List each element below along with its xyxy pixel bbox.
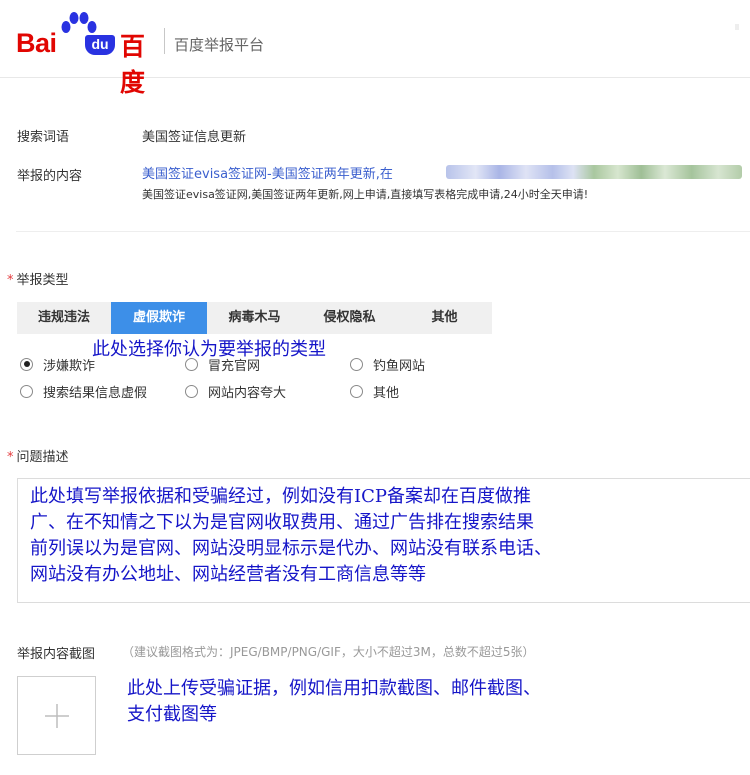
report-content-description: 美国签证evisa签证网,美国签证两年更新,网上申请,直接填写表格完成申请,24… [142,188,589,201]
upload-screenshot-button[interactable] [17,676,96,755]
report-content-label: 举报的内容 [17,169,83,184]
annotation-type-hint: 此处选择你认为要举报的类型 [92,339,326,360]
radio-unchecked-icon [20,384,33,398]
tab-other[interactable]: 其他 [397,302,492,334]
description-label: * 问题描述 [7,446,69,465]
report-type-tabs: 违规违法 虚假欺诈 病毒木马 侵权隐私 其他 [17,302,492,334]
radio-other[interactable]: 其他 [350,382,400,401]
logo-text-chinese: 百度 [120,32,145,97]
radio-unchecked-icon [185,384,198,398]
logo-text-bai: Bai [16,28,57,58]
radio-label: 涉嫌欺诈 [43,358,96,374]
header-divider [164,28,165,54]
platform-title: 百度举报平台 [174,36,265,54]
search-term-label: 搜索词语 [17,130,70,145]
tab-fraud[interactable]: 虚假欺诈 [111,302,207,334]
logo-text-du: du [85,35,115,55]
tab-virus[interactable]: 病毒木马 [207,302,302,334]
annotation-description-line-1: 此处填写举报依据和受骗经过，例如没有ICP备案却在百度做推 [30,486,531,507]
radio-false-search-result[interactable]: 搜索结果信息虚假 [20,382,148,401]
plus-icon [45,704,69,728]
radio-exaggerated-content[interactable]: 网站内容夸大 [185,382,287,401]
report-type-label: * 举报类型 [7,269,69,288]
tab-illegal[interactable]: 违规违法 [17,302,111,334]
radio-label: 其他 [373,385,400,401]
radio-unchecked-icon [350,384,363,398]
tab-privacy[interactable]: 侵权隐私 [302,302,397,334]
paw-icon [61,12,97,33]
radio-label: 网站内容夸大 [208,385,287,401]
required-star: * [7,273,14,288]
annotation-description-line-2: 广、在不知情之下以为是官网收取费用、通过广告排在搜索结果 [30,512,534,533]
radio-phishing-site[interactable]: 钓鱼网站 [350,355,426,374]
required-star: * [7,450,14,465]
annotation-description-line-4: 网站没有办公地址、网站经营者没有工商信息等等 [30,564,426,585]
annotation-upload-line-2: 支付截图等 [127,704,217,725]
radio-suspected-fraud[interactable]: 涉嫌欺诈 [20,355,96,374]
radio-label: 钓鱼网站 [373,358,426,374]
annotation-description-line-3: 前列误以为是官网、网站没明显标示是代办、网站没有联系电话、 [30,538,552,559]
screenshot-format-hint: （建议截图格式为：JPEG/BMP/PNG/GIF，大小不超过3M，总数不超过5… [122,645,535,659]
description-label-text: 问题描述 [16,450,69,465]
page-header: Bai du 百度 百度举报平台 [0,0,750,97]
radio-checked-icon [20,357,33,371]
radio-unchecked-icon [350,357,363,371]
radio-label: 搜索结果信息虚假 [43,385,148,401]
search-term-value: 美国签证信息更新 [142,130,247,145]
section-divider [16,231,750,232]
report-type-label-text: 举报类型 [16,273,69,288]
screenshot-label: 举报内容截图 [17,647,96,662]
report-content-title-link[interactable]: 美国签证evisa签证网-美国签证两年更新,在 [142,163,393,182]
annotation-upload-line-1: 此处上传受骗证据，例如信用扣款截图、邮件截图、 [127,678,541,699]
blurred-url [446,165,742,179]
corner-mark [735,24,739,30]
